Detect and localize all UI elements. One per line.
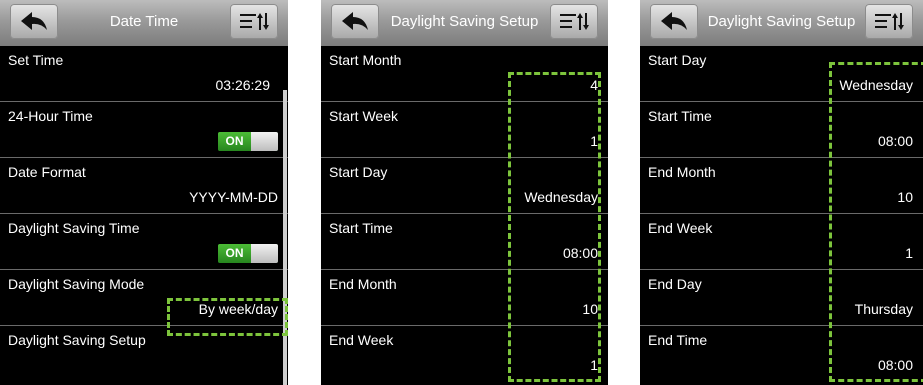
row-label: End Week [648,220,713,236]
row-label: End Time [648,332,708,348]
back-button[interactable] [10,4,58,39]
page-title: Daylight Saving Setup [707,13,856,30]
end-month-row[interactable]: End Month 10 [640,158,923,214]
row-label: Date Format [8,164,86,180]
row-label: Start Week [329,108,398,124]
row-label: Start Month [329,52,402,68]
menu-button[interactable] [230,4,278,39]
date-time-screen: Date Time Set Time 03:26:29 24-Hour Time… [0,0,288,385]
page-title: Daylight Saving Setup [390,13,539,30]
row-label: End Week [329,332,394,348]
header: Daylight Saving Setup [321,0,608,46]
sort-menu-icon [875,13,904,30]
row-label: Daylight Saving Setup [8,332,146,348]
24-hour-toggle[interactable]: ON [218,132,278,151]
row-value: 1 [590,133,598,149]
start-time-row[interactable]: Start Time 08:00 [321,214,608,270]
row-value: 03:26:29 [215,77,271,93]
daylight-saving-setup-screen: Daylight Saving Setup Start Month 4 Star… [321,0,608,385]
daylight-saving-setup-row[interactable]: Daylight Saving Setup [0,326,288,382]
row-value: 08:00 [877,357,913,373]
header: Daylight Saving Setup [640,0,923,46]
row-label: Start Day [648,52,707,68]
row-label: 24-Hour Time [8,108,93,124]
toggle-knob [251,132,278,151]
back-arrow-icon [342,12,368,30]
start-week-row[interactable]: Start Week 1 [321,102,608,158]
end-week-row[interactable]: End Week 1 [640,214,923,270]
back-button[interactable] [650,4,698,39]
menu-button[interactable] [550,4,598,39]
settings-list: Start Month 4 Start Week 1 Start Day Wed… [321,46,608,382]
row-value: YYYY-MM-DD [189,189,278,205]
toggle-knob [251,244,278,263]
row-value: Thursday [854,301,913,317]
row-value: 1 [590,357,598,373]
back-button[interactable] [331,4,379,39]
row-value: 4 [590,77,598,93]
row-label: Daylight Saving Time [8,220,140,236]
sort-menu-icon [240,13,269,30]
row-label: Start Day [329,164,388,180]
row-label: End Month [648,164,716,180]
start-day-row[interactable]: Start Day Wednesday [640,46,923,102]
start-month-row[interactable]: Start Month 4 [321,46,608,102]
end-time-row[interactable]: End Time 08:00 [640,326,923,382]
row-value: 08:00 [877,133,913,149]
page-title: Date Time [109,13,179,30]
date-format-row[interactable]: Date Format YYYY-MM-DD [0,158,288,214]
row-value: 08:00 [562,245,598,261]
row-label: End Day [648,276,702,292]
end-day-row[interactable]: End Day Thursday [640,270,923,326]
row-value: 10 [897,189,913,205]
row-value: 1 [905,245,913,261]
row-label: Start Time [329,220,393,236]
menu-button[interactable] [865,4,913,39]
daylight-saving-toggle[interactable]: ON [218,244,278,263]
scrollbar[interactable] [283,90,287,385]
start-time-row[interactable]: Start Time 08:00 [640,102,923,158]
row-label: End Month [329,276,397,292]
row-value: 10 [582,301,598,317]
daylight-saving-time-row[interactable]: Daylight Saving Time ON [0,214,288,270]
row-value: Wednesday [524,189,598,205]
row-value: By week/day [198,301,278,317]
row-label: Daylight Saving Mode [8,276,145,292]
24-hour-time-row[interactable]: 24-Hour Time ON [0,102,288,158]
sort-menu-icon [560,13,589,30]
daylight-saving-mode-row[interactable]: Daylight Saving Mode By week/day [0,270,288,326]
back-arrow-icon [21,12,47,30]
start-day-row[interactable]: Start Day Wednesday [321,158,608,214]
toggle-state: ON [218,132,251,151]
end-week-row[interactable]: End Week 1 [321,326,608,382]
settings-list: Start Day Wednesday Start Time 08:00 End… [640,46,923,382]
settings-list: Set Time 03:26:29 24-Hour Time ON Date F… [0,46,288,382]
end-month-row[interactable]: End Month 10 [321,270,608,326]
row-value: Wednesday [839,77,913,93]
row-label: Start Time [648,108,712,124]
daylight-saving-setup-screen-scrolled: Daylight Saving Setup Start Day Wednesda… [640,0,923,385]
row-label: Set Time [8,52,64,68]
set-time-row[interactable]: Set Time 03:26:29 [0,46,288,102]
toggle-state: ON [218,244,251,263]
back-arrow-icon [661,12,687,30]
header: Date Time [0,0,288,46]
